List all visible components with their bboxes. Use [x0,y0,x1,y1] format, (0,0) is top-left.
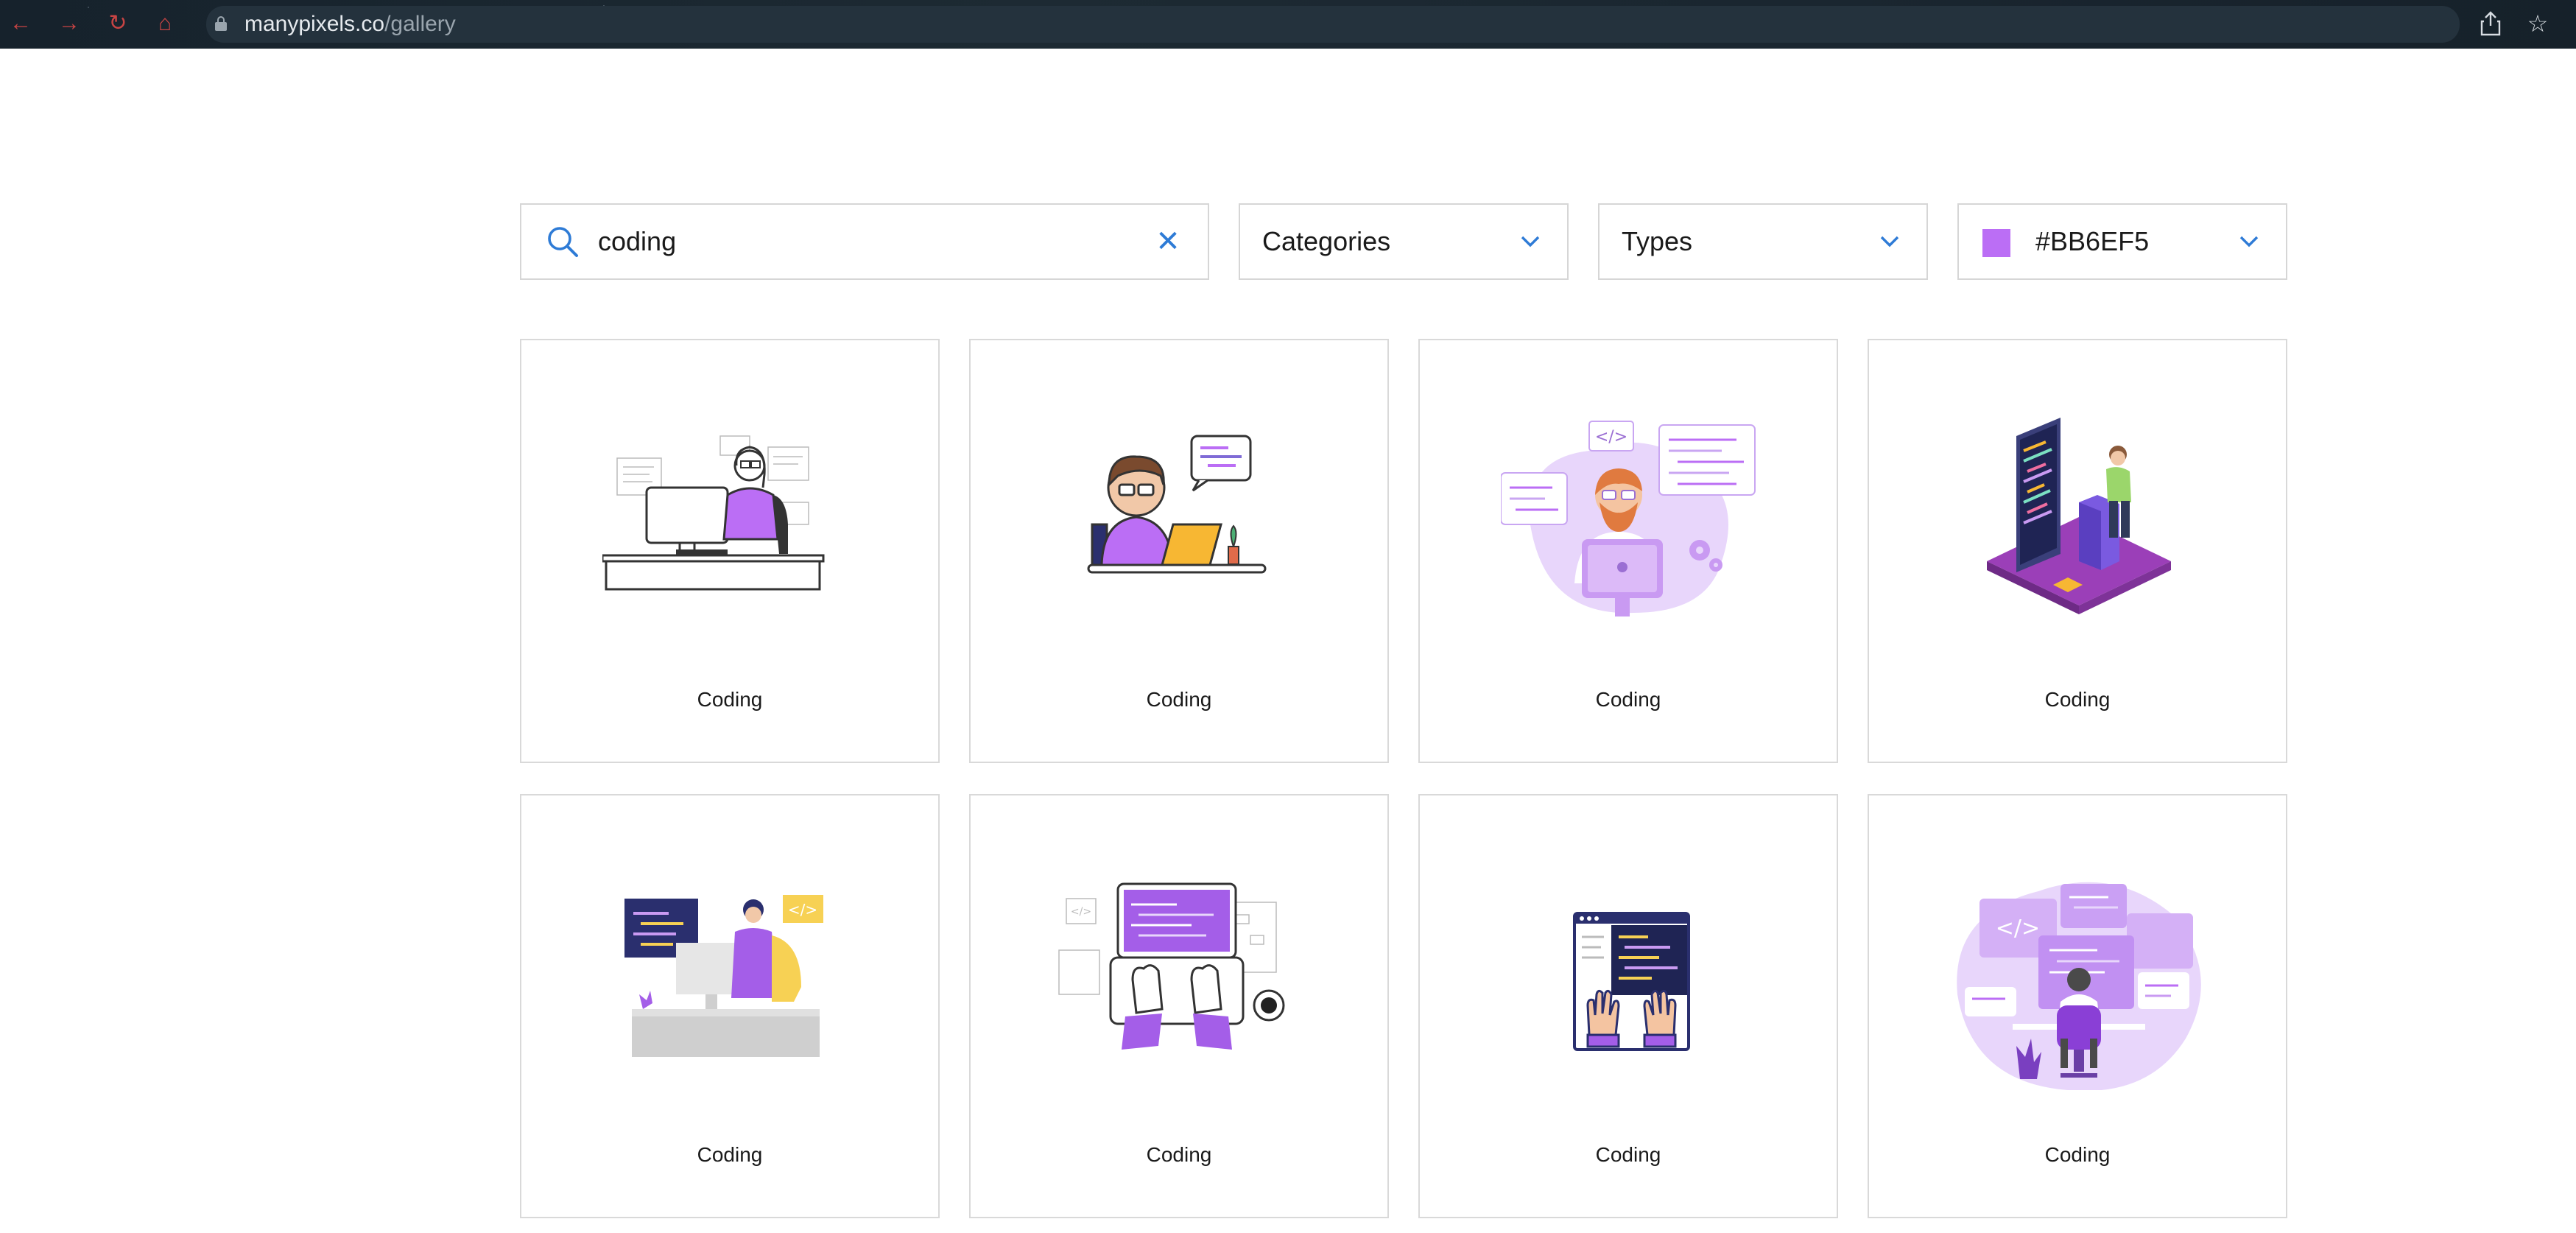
card-title: Coding [697,1143,763,1166]
illustration-card[interactable]: </> Coding [1418,339,1838,763]
card-title: Coding [2044,688,2111,711]
lock-icon [215,16,227,31]
card-title: Coding [1146,688,1212,711]
search-field[interactable]: coding ✕ [520,203,1209,280]
chevron-down-icon [1521,236,1540,247]
coding-illustration: </> [1058,882,1285,1050]
color-dropdown[interactable]: #BB6EF5 [1957,203,2287,280]
illustration-card[interactable]: </> Coding [520,794,940,1218]
chevron-down-icon [1880,236,1899,247]
search-input[interactable]: coding [598,205,676,278]
back-icon[interactable]: ← [7,10,34,37]
address-bar[interactable]: manypixels.co/gallery [206,6,2460,43]
url-text: manypixels.co/gallery [244,6,456,43]
types-label: Types [1622,226,1693,256]
browser-toolbar: ← → ↻ ⌂ manypixels.co/gallery ☆ [0,0,2576,49]
card-title: Coding [1595,688,1661,711]
clear-search-icon[interactable]: ✕ [1153,227,1183,256]
illustration-card[interactable]: </> Coding [1868,794,2287,1218]
share-icon[interactable] [2476,9,2505,38]
coding-illustration [1573,912,1690,1051]
svg-text:</>: </> [1595,428,1627,446]
search-icon [548,227,578,257]
coding-illustration [602,435,825,591]
url-path: /gallery [384,12,456,36]
svg-text:</>: </> [1071,906,1091,918]
categories-dropdown[interactable]: Categories [1239,203,1569,280]
card-title: Coding [2044,1143,2111,1166]
illustration-card[interactable]: Coding [1868,339,2287,763]
color-swatch [1982,229,2010,257]
illustration-card[interactable]: </> Coding [969,794,1389,1218]
categories-label: Categories [1262,226,1391,256]
coding-illustration: </> [624,895,823,1057]
types-dropdown[interactable]: Types [1598,203,1928,280]
illustration-card[interactable]: Coding [1418,794,1838,1218]
reload-icon[interactable]: ↻ [105,10,131,37]
svg-text:</>: </> [1996,916,2040,941]
bookmark-star-icon[interactable]: ☆ [2523,9,2552,38]
coding-illustration: </> [1501,421,1756,616]
illustration-card[interactable]: Coding [969,339,1389,763]
url-domain: manypixels.co [244,12,385,36]
forward-icon[interactable]: → [56,10,82,37]
chevron-down-icon [2239,236,2259,247]
coding-illustration: </> [1957,882,2201,1090]
coding-illustration [1087,435,1267,574]
card-title: Coding [697,688,763,711]
card-title: Coding [1146,1143,1212,1166]
illustration-card[interactable]: Coding [520,339,940,763]
color-value-label: #BB6EF5 [2035,226,2150,256]
coding-illustration [1987,418,2171,614]
svg-text:</>: </> [788,901,817,918]
home-icon[interactable]: ⌂ [152,10,178,37]
card-title: Coding [1595,1143,1661,1166]
